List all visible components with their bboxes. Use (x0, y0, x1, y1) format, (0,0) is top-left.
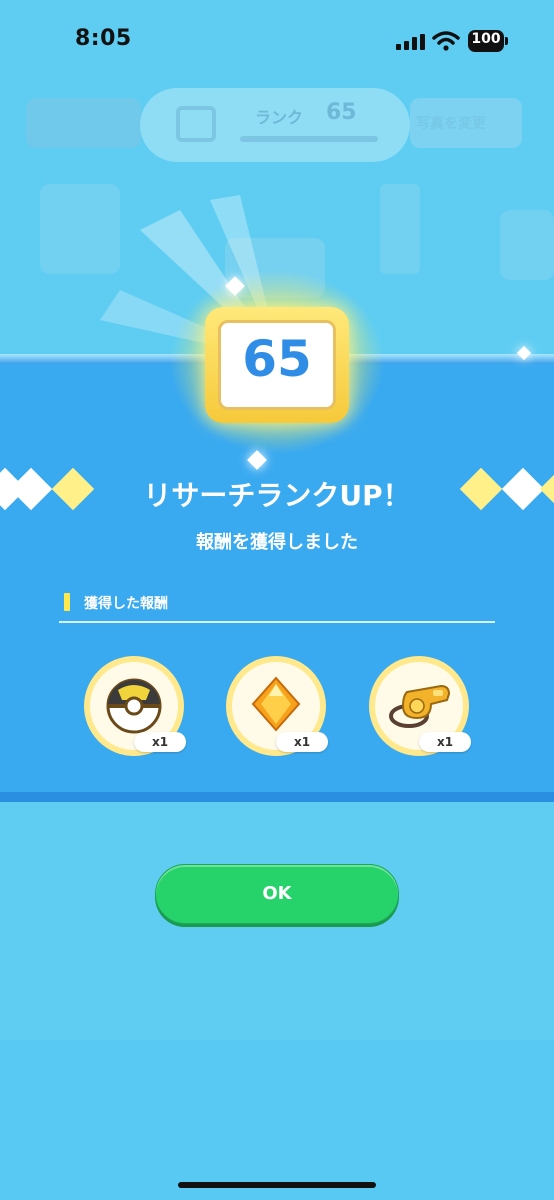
ultra-ball-icon (106, 678, 162, 734)
reward-quantity: x1 (419, 732, 471, 752)
home-indicator[interactable] (178, 1182, 376, 1188)
reward-quantity: x1 (134, 732, 186, 752)
whistle-icon (389, 684, 451, 728)
section-marker (64, 593, 70, 611)
background-tab-left (26, 98, 141, 148)
reward-item: x1 (226, 656, 328, 756)
background-card (380, 184, 420, 274)
background-rank-label: ランク (255, 108, 304, 127)
bottom-background (0, 1040, 554, 1200)
wifi-icon (432, 31, 460, 51)
battery-icon: 100 (468, 30, 510, 52)
background-card (500, 210, 554, 280)
cellular-signal-icon (396, 34, 425, 50)
background-camera-icon (176, 106, 216, 142)
section-divider (59, 621, 495, 623)
reward-quantity: x1 (276, 732, 328, 752)
rewards-section-label: 獲得した報酬 (84, 596, 168, 612)
rank-up-title: リサーチランクUP！ (143, 479, 411, 512)
reward-subtitle: 報酬を獲得しました (196, 532, 358, 553)
background-rank-bar (240, 136, 378, 142)
battery-level: 100 (471, 31, 501, 47)
result-band-bottom-edge (0, 792, 554, 802)
background-rank-value: 65 (326, 100, 357, 125)
ok-button[interactable]: OK (155, 864, 399, 924)
background-change-photo-text: 写真を変更 (416, 116, 486, 132)
status-time: 8:05 (75, 26, 132, 51)
rank-number: 65 (242, 330, 312, 388)
reward-item: x1 (84, 656, 186, 756)
orange-crystal-icon (251, 676, 301, 732)
reward-item: x1 (369, 656, 471, 756)
